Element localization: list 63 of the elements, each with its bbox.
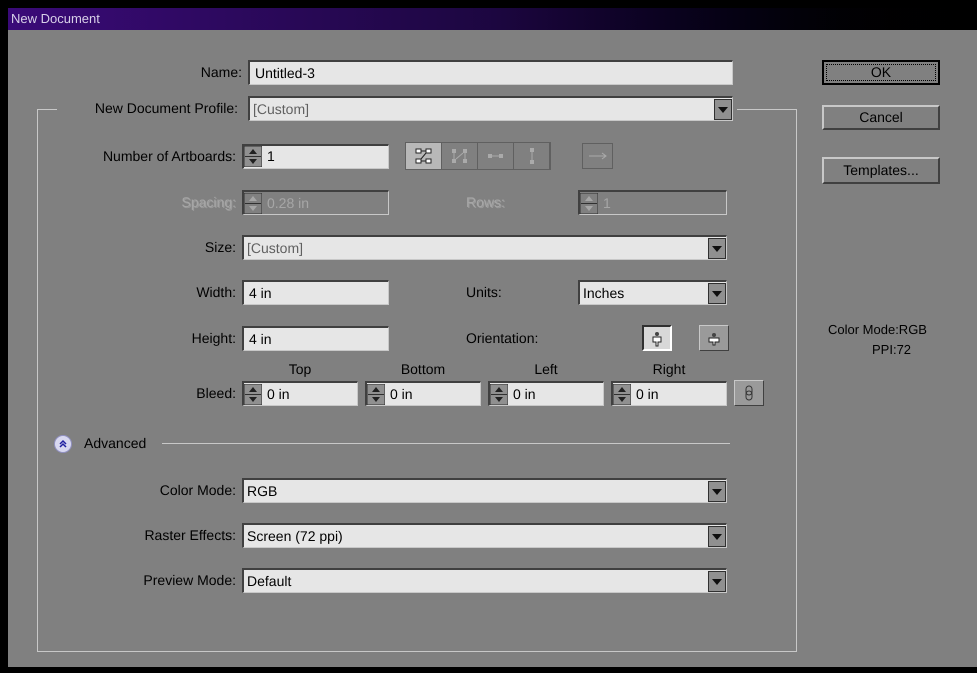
dropdown-value: [Custom] (252, 100, 310, 119)
spinner-field[interactable]: 0 in (488, 381, 604, 406)
field-value: 0 in (635, 384, 659, 404)
stepper-icon[interactable] (367, 384, 385, 404)
field-label: Color Mode: (158, 481, 237, 500)
spinner-field[interactable]: 0 in (365, 381, 481, 406)
dropdown-value: Screen (72 ppi) (246, 526, 343, 546)
stepper-icon[interactable] (490, 384, 508, 404)
column-heading: Bottom (400, 360, 446, 379)
field-label: Number of Artboards: (102, 146, 237, 166)
orientation-button[interactable] (642, 325, 672, 351)
chevron-icon (58, 438, 68, 448)
field-label: Preview Mode: (142, 571, 237, 590)
field-label: Orientation: (466, 328, 540, 348)
field-label: Width: (195, 283, 237, 302)
stepper-icon[interactable] (613, 384, 631, 404)
field-value: 0 in (266, 384, 290, 404)
arrow-button[interactable] (582, 143, 613, 169)
layout-icon (415, 148, 432, 164)
right-arrow-icon (588, 152, 608, 160)
layout-icon (451, 148, 468, 164)
input-field[interactable]: 4 in (242, 280, 389, 305)
layout-icon (487, 153, 504, 159)
window-title: New Document (11, 10, 100, 28)
layout-button[interactable] (406, 143, 442, 169)
dialog-button[interactable]: Cancel (822, 105, 940, 130)
info-text: PPI:72 (871, 340, 912, 358)
column-heading: Right (652, 360, 686, 379)
field-value: 0 in (389, 384, 413, 404)
field-label: Bleed: (195, 384, 237, 402)
dropdown-value: Inches (582, 284, 624, 302)
section-title: Advanced (84, 434, 146, 453)
stepper-icon[interactable] (244, 384, 262, 404)
column-heading: Left (534, 360, 558, 379)
column-heading: Top (288, 360, 312, 379)
input-field[interactable]: 4 in (242, 326, 389, 350)
dropdown[interactable]: Screen (72 ppi) (242, 523, 727, 548)
dropdown-value: RGB (246, 482, 278, 500)
field-label: Height: (190, 328, 237, 348)
dropdown-value: Default (246, 572, 292, 590)
field-value: 1 (266, 147, 275, 166)
field-label: Raster Effects: (143, 526, 237, 545)
dropdown[interactable]: Default (242, 568, 727, 593)
spinner-field[interactable]: 0 in (242, 381, 358, 406)
dropdown-value: [Custom] (246, 238, 304, 258)
chain-link-icon (744, 385, 754, 401)
field-label: Name: (200, 63, 243, 82)
spinner-field[interactable]: 0 in (611, 381, 727, 406)
dropdown[interactable]: [Custom] (248, 96, 733, 121)
layout-icon (528, 147, 534, 165)
dialog-button[interactable]: Templates... (822, 157, 940, 184)
collapse-toggle[interactable] (54, 434, 72, 452)
dialog-button[interactable]: OK (822, 60, 940, 85)
field-value: 0 in (512, 384, 536, 404)
dropdown[interactable]: [Custom] (242, 235, 727, 260)
spinner-field[interactable]: 1 (242, 144, 389, 168)
dropdown[interactable]: Inches (578, 280, 727, 305)
link-button[interactable] (734, 380, 764, 406)
input-field[interactable]: Untitled-3 (248, 60, 733, 85)
info-text: Color Mode:RGB (828, 321, 927, 339)
field-label: Units: (466, 283, 503, 302)
field-label: Size: (204, 238, 237, 257)
dropdown[interactable]: RGB (242, 478, 727, 503)
